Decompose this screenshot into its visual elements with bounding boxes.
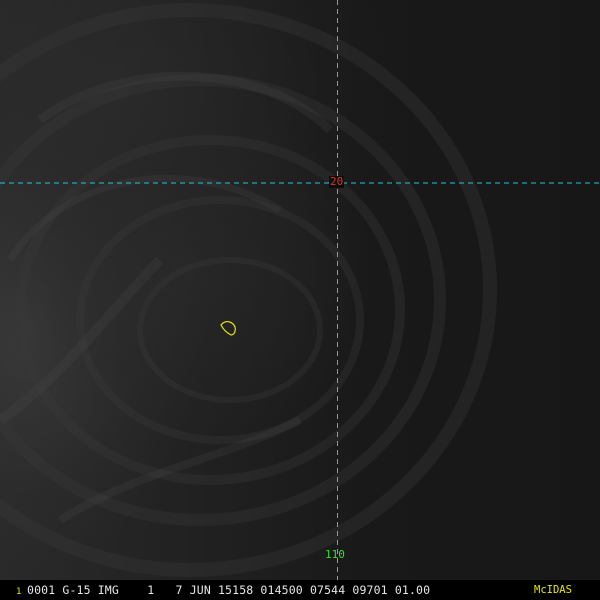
status-bar: 1 0001 G-15 IMG 1 7 JUN 15158 014500 075… xyxy=(0,580,600,600)
satellite-image-frame: 20 110 1 0001 G-15 IMG 1 7 JUN 15158 014… xyxy=(0,0,600,600)
map-grid-overlay xyxy=(0,0,600,580)
frame-number: 1 xyxy=(16,587,22,597)
software-tag: McIDAS xyxy=(534,584,572,596)
latitude-label: 20 xyxy=(329,175,345,188)
image-info-text: 0001 G-15 IMG 1 7 JUN 15158 014500 07544… xyxy=(27,583,431,597)
longitude-label: 110 xyxy=(325,548,345,561)
contour-outline xyxy=(220,321,236,336)
